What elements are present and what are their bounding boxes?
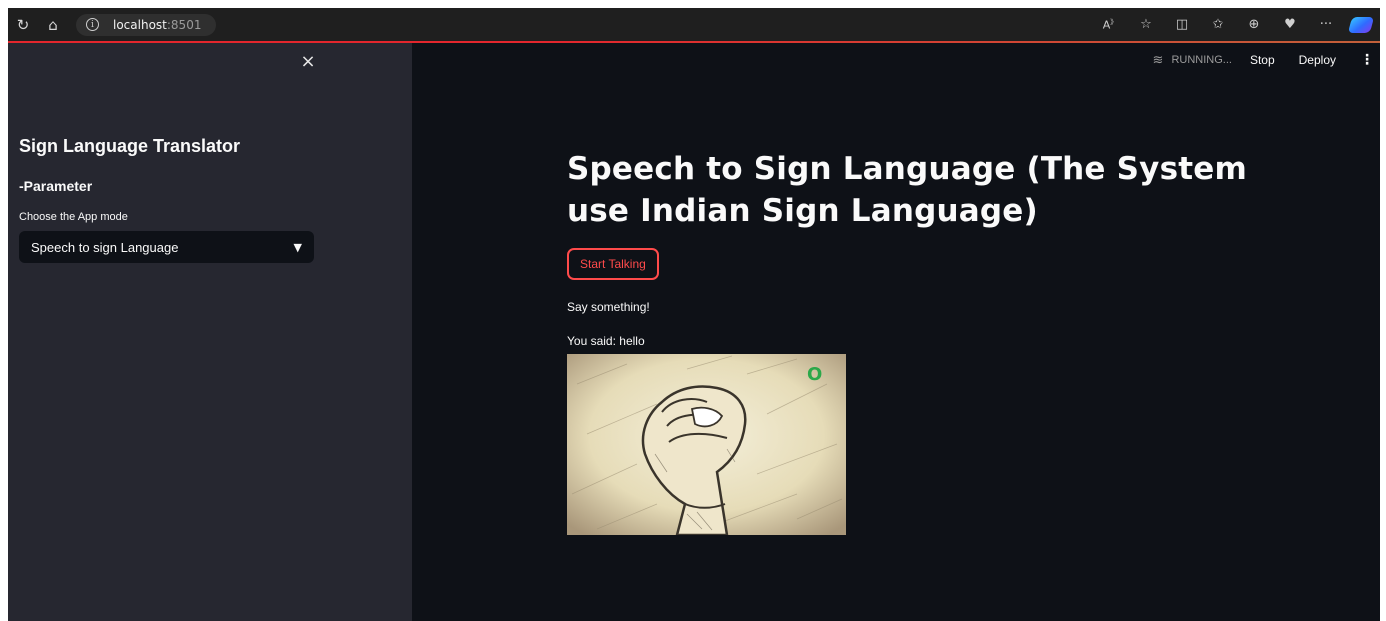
url-port: :8501: [166, 17, 202, 32]
address-bar[interactable]: i localhost:8501: [76, 13, 216, 36]
health-icon[interactable]: ♥: [1272, 17, 1308, 32]
copilot-icon[interactable]: [1347, 16, 1375, 33]
result-text: You said: hello: [567, 334, 645, 348]
mode-select-label: Choose the App mode: [19, 211, 128, 223]
app-toolbar: ≋ RUNNING... Stop Deploy ⋮: [1152, 51, 1374, 69]
sign-language-image: O: [567, 354, 846, 535]
running-icon: ≋: [1152, 52, 1164, 68]
url-host: localhost: [113, 17, 167, 32]
stop-button[interactable]: Stop: [1250, 53, 1275, 67]
sidebar: × Sign Language Translator -Parameter Ch…: [8, 43, 412, 621]
read-aloud-icon[interactable]: A》: [1092, 17, 1128, 32]
content-column: Speech to Sign Language (The System use …: [567, 148, 1247, 348]
start-talking-button[interactable]: Start Talking: [567, 248, 659, 280]
refresh-icon[interactable]: ↻: [8, 16, 38, 34]
home-icon[interactable]: ⌂: [38, 16, 68, 34]
split-screen-icon[interactable]: ◫: [1164, 17, 1200, 32]
browser-toolbar: ↻ ⌂ i localhost:8501 A》 ☆ ◫ ✩ ⊕ ♥ ···: [8, 8, 1380, 41]
running-status: RUNNING...: [1171, 54, 1232, 66]
deploy-button[interactable]: Deploy: [1299, 53, 1336, 67]
sidebar-title: Sign Language Translator: [19, 136, 241, 156]
chevron-down-icon: ▼: [293, 240, 302, 254]
page-title: Speech to Sign Language (The System use …: [567, 151, 1247, 229]
kebab-menu-icon[interactable]: ⋮: [1360, 52, 1374, 68]
more-icon[interactable]: ···: [1308, 17, 1344, 32]
app-mode-select[interactable]: Speech to sign Language ▼: [19, 231, 314, 263]
collections-icon[interactable]: ⊕: [1236, 17, 1272, 32]
favorites-icon[interactable]: ✩: [1200, 17, 1236, 32]
close-icon[interactable]: ×: [298, 51, 318, 72]
main-content: ≋ RUNNING... Stop Deploy ⋮ Speech to Sig…: [412, 43, 1380, 621]
sidebar-section-heading: -Parameter: [19, 178, 93, 194]
info-icon[interactable]: i: [86, 18, 99, 31]
prompt-text: Say something!: [567, 300, 650, 314]
favorite-icon[interactable]: ☆: [1128, 17, 1164, 32]
browser-actions: A》 ☆ ◫ ✩ ⊕ ♥ ···: [1092, 8, 1375, 41]
app-mode-value: Speech to sign Language: [31, 239, 179, 255]
image-letter: O: [807, 364, 822, 385]
